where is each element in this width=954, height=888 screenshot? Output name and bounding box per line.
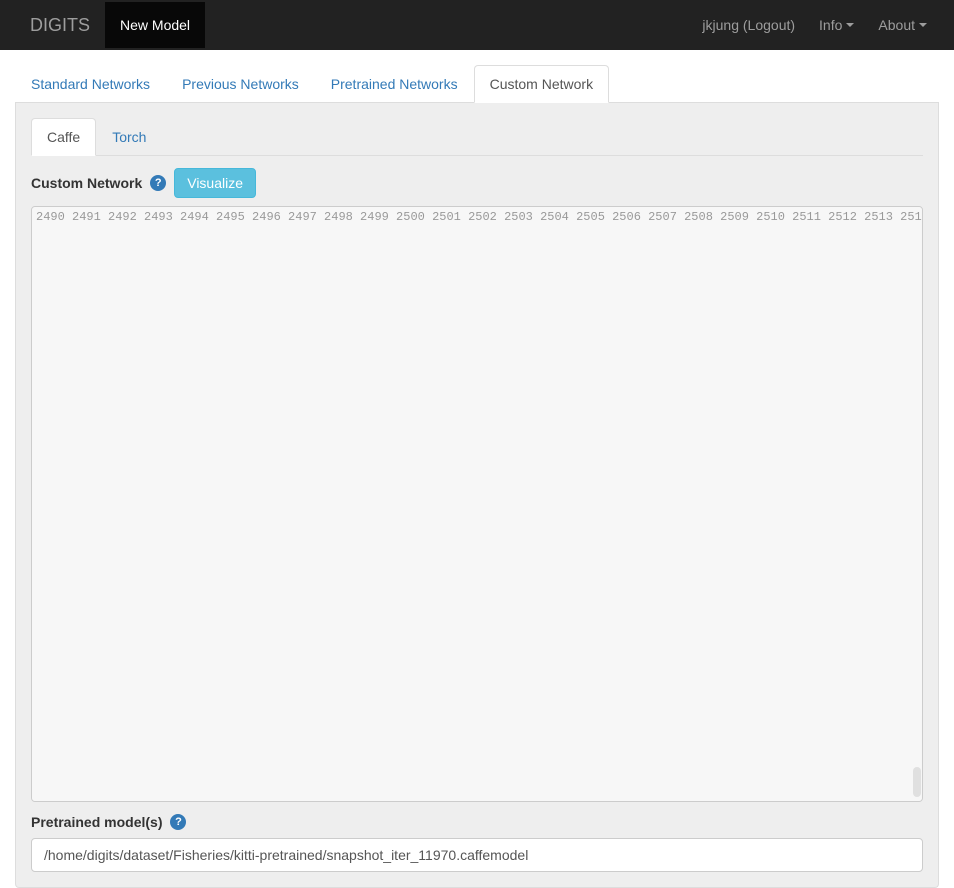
code-editor[interactable]: 2490 2491 2492 2493 2494 2495 2496 2497 … bbox=[31, 206, 923, 802]
help-icon[interactable]: ? bbox=[170, 814, 186, 830]
navbar: DIGITS New Model jkjung (Logout) Info Ab… bbox=[0, 0, 954, 50]
main-tab-pretrained-networks[interactable]: Pretrained Networks bbox=[315, 65, 474, 103]
custom-network-title: Custom Network bbox=[31, 175, 142, 191]
navbar-right: jkjung (Logout) Info About bbox=[690, 2, 939, 48]
nav-new-model[interactable]: New Model bbox=[105, 2, 205, 48]
scrollbar-thumb[interactable] bbox=[913, 767, 921, 797]
main-tabs: Standard NetworksPrevious NetworksPretra… bbox=[15, 65, 939, 103]
framework-tabs: CaffeTorch bbox=[31, 118, 923, 156]
about-label: About bbox=[878, 17, 915, 33]
framework-tab-caffe[interactable]: Caffe bbox=[31, 118, 96, 156]
pretrained-model-input[interactable] bbox=[31, 838, 923, 872]
pretrained-header: Pretrained model(s) ? bbox=[31, 814, 923, 830]
caret-down-icon bbox=[846, 23, 854, 27]
line-gutter: 2490 2491 2492 2493 2494 2495 2496 2497 … bbox=[32, 207, 923, 801]
pretrained-group: Pretrained model(s) ? bbox=[31, 814, 923, 872]
main-tab-previous-networks[interactable]: Previous Networks bbox=[166, 65, 315, 103]
brand-link[interactable]: DIGITS bbox=[15, 0, 105, 51]
about-menu[interactable]: About bbox=[866, 2, 939, 48]
main-tab-custom-network[interactable]: Custom Network bbox=[474, 65, 609, 103]
tab-content: CaffeTorch Custom Network ? Visualize 24… bbox=[15, 103, 939, 888]
visualize-button[interactable]: Visualize bbox=[174, 168, 256, 198]
info-menu[interactable]: Info bbox=[807, 2, 866, 48]
custom-network-header: Custom Network ? Visualize bbox=[31, 168, 923, 198]
user-logout-link[interactable]: jkjung (Logout) bbox=[690, 2, 807, 48]
main-tab-standard-networks[interactable]: Standard Networks bbox=[15, 65, 166, 103]
framework-tab-torch[interactable]: Torch bbox=[96, 118, 162, 156]
caret-down-icon bbox=[919, 23, 927, 27]
info-label: Info bbox=[819, 17, 842, 33]
help-icon[interactable]: ? bbox=[150, 175, 166, 191]
pretrained-title: Pretrained model(s) bbox=[31, 814, 162, 830]
